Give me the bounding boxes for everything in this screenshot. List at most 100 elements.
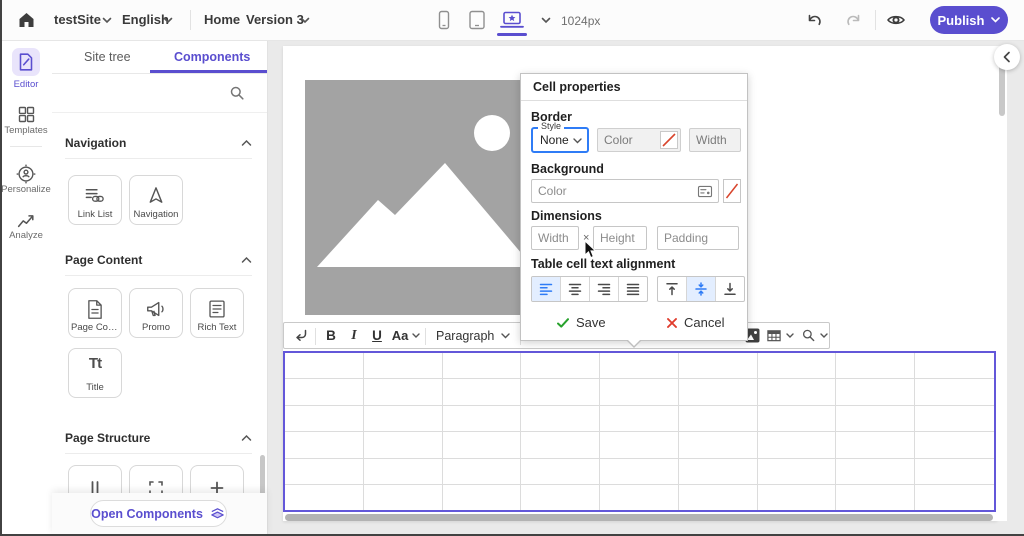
table-cell[interactable] — [443, 432, 522, 458]
table-cell[interactable] — [915, 353, 994, 379]
table-cell[interactable] — [836, 459, 915, 485]
preview-eye-icon[interactable] — [886, 12, 906, 28]
align-justify-button[interactable] — [619, 277, 647, 301]
table-cell[interactable] — [836, 353, 915, 379]
table-cell[interactable] — [679, 459, 758, 485]
table-cell[interactable] — [600, 379, 679, 405]
align-left-button[interactable] — [532, 277, 561, 301]
open-components-button[interactable]: Open Components — [90, 500, 227, 527]
table-cell[interactable] — [915, 406, 994, 432]
section-page-content[interactable]: Page Content — [65, 252, 252, 268]
section-navigation[interactable]: Navigation — [65, 135, 252, 151]
component-card-navigation[interactable]: Navigation — [129, 175, 183, 225]
background-color-input[interactable] — [531, 179, 719, 203]
table-cell[interactable] — [679, 379, 758, 405]
chevron-down-icon[interactable] — [102, 17, 112, 24]
site-selector[interactable]: testSite — [54, 12, 101, 28]
table-cell[interactable] — [836, 485, 915, 511]
table-cell[interactable] — [600, 432, 679, 458]
table-cell[interactable] — [758, 432, 837, 458]
component-card-promo[interactable]: Promo — [129, 288, 183, 338]
redo-icon[interactable] — [844, 12, 862, 28]
component-card-rich-text[interactable]: Rich Text — [190, 288, 244, 338]
cancel-button[interactable]: Cancel — [667, 315, 724, 330]
table-cell[interactable] — [679, 485, 758, 511]
rail-item-templates[interactable] — [12, 100, 40, 128]
section-page-structure[interactable]: Page Structure — [65, 430, 252, 446]
padding-input[interactable] — [657, 226, 739, 250]
table-cell[interactable] — [443, 485, 522, 511]
table-cell[interactable] — [758, 353, 837, 379]
table-cell[interactable] — [915, 379, 994, 405]
tablet-preview-icon[interactable] — [468, 10, 486, 30]
tab-site-tree[interactable]: Site tree — [84, 50, 131, 64]
desktop-preview-icon[interactable] — [499, 11, 525, 29]
border-width-input[interactable] — [689, 128, 741, 152]
undo-icon[interactable] — [806, 12, 824, 28]
table-cell[interactable] — [758, 485, 837, 511]
component-card-link-list[interactable]: Link List — [68, 175, 122, 225]
component-card-page-content[interactable]: Page Cont... — [68, 288, 122, 338]
table-cell[interactable] — [836, 406, 915, 432]
chevron-down-icon[interactable] — [163, 17, 173, 24]
table-cell[interactable] — [758, 459, 837, 485]
background-color-swatch[interactable] — [723, 179, 741, 203]
table-cell[interactable] — [600, 353, 679, 379]
color-picker-icon[interactable] — [697, 185, 713, 198]
table-cell[interactable] — [364, 379, 443, 405]
bold-button[interactable]: B — [320, 325, 342, 346]
language-selector[interactable]: English — [122, 12, 169, 28]
table-cell[interactable] — [285, 432, 364, 458]
chevron-down-icon[interactable] — [541, 17, 551, 24]
find-replace-button[interactable] — [799, 325, 829, 346]
border-style-select[interactable]: Style None — [531, 127, 589, 153]
table-cell[interactable] — [521, 432, 600, 458]
table-cell[interactable] — [285, 459, 364, 485]
table-cell[interactable] — [364, 485, 443, 511]
table-cell[interactable] — [758, 406, 837, 432]
table-cell[interactable] — [679, 432, 758, 458]
table-cell[interactable] — [443, 406, 522, 432]
table-cell[interactable] — [285, 379, 364, 405]
table-cell[interactable] — [364, 353, 443, 379]
table-cell[interactable] — [679, 353, 758, 379]
table-cell[interactable] — [443, 353, 522, 379]
horizontal-scrollbar[interactable] — [285, 514, 993, 521]
table-cell[interactable] — [521, 485, 600, 511]
table-cell[interactable] — [600, 406, 679, 432]
font-style-button[interactable]: Aa — [390, 325, 422, 346]
table-cell[interactable] — [285, 485, 364, 511]
align-center-button[interactable] — [561, 277, 590, 301]
version-selector[interactable]: Version 3 — [246, 12, 304, 28]
table-cell[interactable] — [600, 485, 679, 511]
table-cell[interactable] — [915, 432, 994, 458]
table-cell[interactable] — [521, 406, 600, 432]
table-cell[interactable] — [915, 459, 994, 485]
tab-components[interactable]: Components — [174, 50, 250, 64]
chevron-down-icon[interactable] — [300, 17, 310, 24]
align-top-button[interactable] — [658, 277, 687, 301]
table-cell[interactable] — [521, 379, 600, 405]
table-cell[interactable] — [600, 459, 679, 485]
vertical-scrollbar-thumb[interactable] — [999, 64, 1005, 116]
table-cell[interactable] — [364, 459, 443, 485]
rail-item-editor[interactable] — [12, 48, 40, 76]
search-icon[interactable] — [229, 85, 245, 101]
vertical-scrollbar-track[interactable] — [997, 46, 1007, 521]
paragraph-dropdown[interactable]: Paragraph — [430, 325, 516, 346]
table-dropdown-button[interactable] — [765, 325, 795, 346]
mobile-preview-icon[interactable] — [437, 10, 451, 30]
save-button[interactable]: Save — [557, 315, 606, 330]
underline-button[interactable]: U — [366, 325, 388, 346]
table-cell[interactable] — [443, 379, 522, 405]
table-cell[interactable] — [836, 379, 915, 405]
align-bottom-button[interactable] — [716, 277, 744, 301]
table-cell[interactable] — [443, 459, 522, 485]
table-cell[interactable] — [915, 485, 994, 511]
align-middle-button[interactable] — [687, 277, 716, 301]
width-input[interactable] — [531, 226, 579, 250]
component-card-title[interactable]: Tt Title — [68, 348, 122, 398]
page-name[interactable]: Home — [204, 12, 240, 28]
table-cell[interactable] — [364, 432, 443, 458]
publish-button[interactable]: Publish — [930, 6, 1008, 34]
